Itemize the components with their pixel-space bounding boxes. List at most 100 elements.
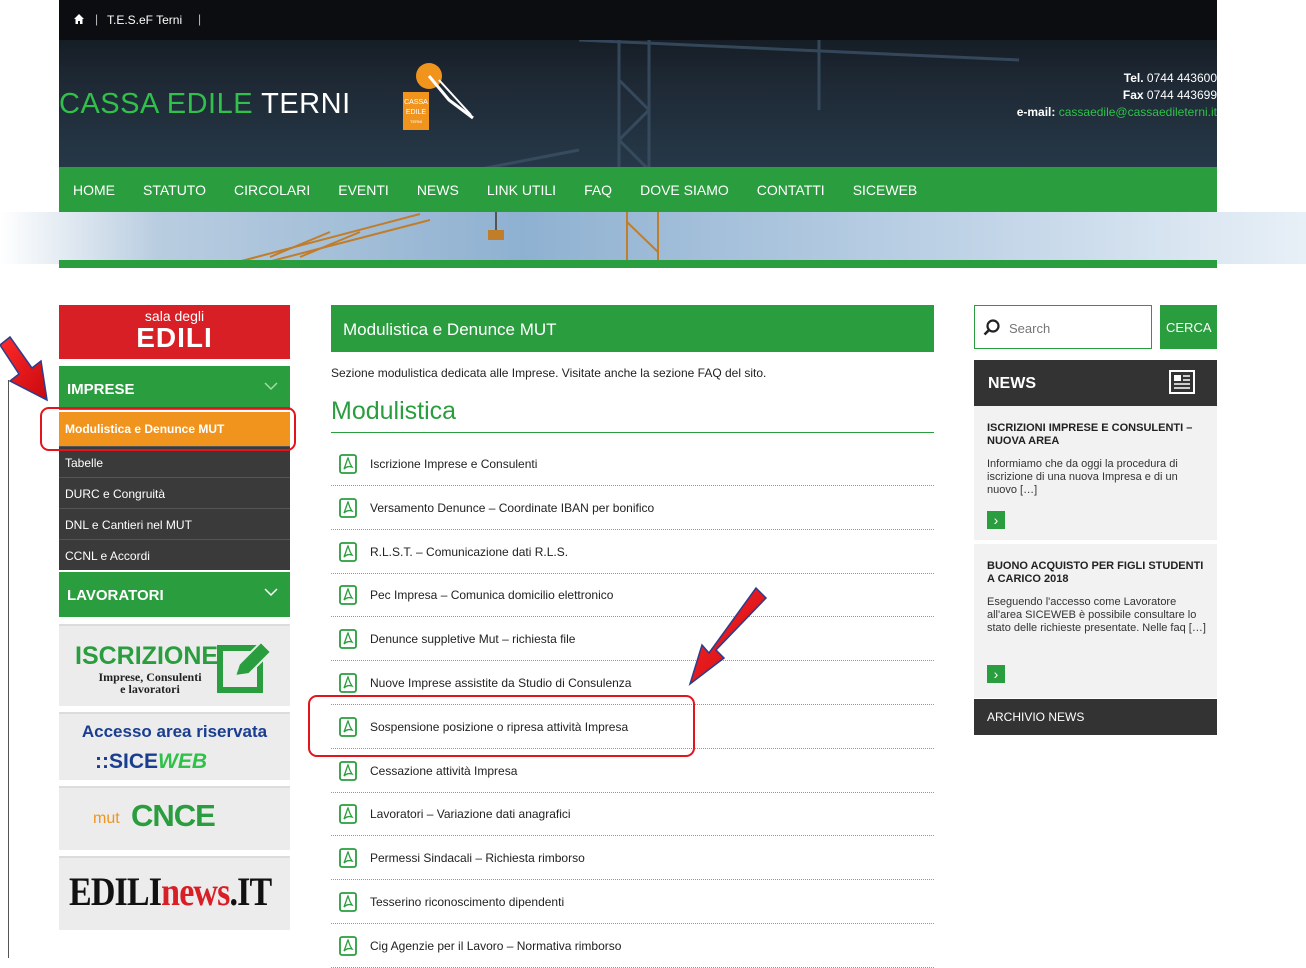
topbar-separator: | — [198, 12, 202, 26]
lavoratori-label: LAVORATORI — [67, 587, 164, 604]
document-row[interactable]: Lavoratori – Variazione dati anagrafici — [331, 792, 934, 837]
site-header: | T.E.S.eF Terni | CASSA EDILE TERNI CAS… — [59, 0, 1217, 212]
sidebar-item-ccnl[interactable]: CCNL e Accordi — [59, 539, 290, 570]
document-link[interactable]: Tesserino riconoscimento dipendenti — [370, 895, 564, 909]
email-link[interactable]: cassaedile@cassaedileterni.it — [1059, 105, 1217, 119]
banner-crane-art — [229, 212, 659, 264]
search-input[interactable] — [1007, 316, 1151, 340]
nav-eventi[interactable]: EVENTI — [338, 182, 389, 198]
section-title: Modulistica — [331, 397, 457, 425]
nav-statuto[interactable]: STATUTO — [143, 182, 206, 198]
document-link[interactable]: Pec Impresa – Comunica domicilio elettro… — [370, 588, 613, 602]
document-link[interactable]: Cessazione attività Impresa — [370, 764, 517, 778]
document-row[interactable]: Versamento Denunce – Coordinate IBAN per… — [331, 486, 934, 530]
sidebar-item-dnl[interactable]: DNL e Cantieri nel MUT — [59, 508, 290, 539]
pdf-file-icon — [339, 497, 357, 518]
home-icon[interactable] — [73, 13, 85, 28]
page-edge-line — [8, 380, 9, 958]
promo-iscrizione[interactable]: ISCRIZIONE Imprese, Consulenti e lavorat… — [59, 624, 290, 706]
document-row[interactable]: Permessi Sindacali – Richiesta rimborso — [331, 836, 934, 881]
news-item-body: Informiamo che da oggi la procedura di i… — [987, 458, 1178, 496]
topbar-separator: | — [95, 12, 99, 26]
document-row[interactable]: Denunce suppletive Mut – richiesta file — [331, 617, 934, 662]
document-link[interactable]: Denunce suppletive Mut – richiesta file — [370, 632, 575, 646]
pdf-file-icon — [339, 716, 357, 737]
document-link[interactable]: R.L.S.T. – Comunicazione dati R.L.S. — [370, 545, 568, 559]
document-row[interactable]: Iscrizione Imprese e Consulenti — [331, 442, 934, 486]
site-logo-text[interactable]: CASSA EDILE TERNI — [59, 88, 351, 121]
pdf-file-icon — [339, 585, 357, 606]
document-link[interactable]: Nuove Imprese assistite da Studio di Con… — [370, 676, 631, 690]
document-link[interactable]: Lavoratori – Variazione dati anagrafici — [370, 807, 571, 821]
nav-faq[interactable]: FAQ — [584, 182, 612, 198]
nav-dove-siamo[interactable]: DOVE SIAMO — [640, 182, 729, 198]
document-row[interactable]: Cessazione attività Impresa — [331, 749, 934, 793]
topbar-site-link[interactable]: T.E.S.eF Terni — [107, 13, 182, 27]
promo-iscrizione-sub2: e lavoratori — [120, 682, 180, 696]
nav-home[interactable]: HOME — [73, 182, 115, 198]
sidebar-item-modulistica-active[interactable]: Modulistica e Denunce MUT — [59, 412, 290, 446]
header-banner-band — [0, 212, 1306, 264]
pdf-file-icon — [339, 935, 357, 956]
pdf-file-icon — [339, 629, 357, 650]
edilinews-edili: EDILI — [69, 869, 162, 914]
promo-cnce-logo: CNCE — [131, 798, 216, 833]
sala-small-text: sala degli — [144, 308, 205, 324]
document-link[interactable]: Permessi Sindacali – Richiesta rimborso — [370, 851, 585, 865]
sidebar-section-lavoratori[interactable]: LAVORATORI — [59, 572, 290, 617]
promo-mut-cnce[interactable]: mut CNCE — [59, 786, 290, 850]
document-link[interactable]: Versamento Denunce – Coordinate IBAN per… — [370, 501, 654, 515]
promo-sice-line1: Accesso area riservata — [81, 722, 268, 741]
news-archive-link[interactable]: ARCHIVIO NEWS — [974, 699, 1217, 735]
sidebar-section-imprese[interactable]: IMPRESE — [59, 366, 290, 410]
tel-label: Tel. — [1123, 71, 1144, 85]
nav-contatti[interactable]: CONTATTI — [757, 182, 825, 198]
chevron-right-icon[interactable]: › — [987, 511, 1005, 529]
document-row[interactable]: R.L.S.T. – Comunicazione dati R.L.S. — [331, 530, 934, 574]
nav-circolari[interactable]: CIRCOLARI — [234, 182, 310, 198]
news-item-body: Eseguendo l'accesso come Lavoratore all'… — [987, 596, 1206, 634]
page-title-bar: Modulistica e Denunce MUT — [331, 305, 934, 352]
search-button[interactable]: CERCA — [1160, 305, 1217, 349]
pdf-file-icon — [339, 848, 357, 869]
news-item[interactable]: ISCRIZIONI IMPRESE E CONSULENTI – NUOVA … — [974, 406, 1217, 540]
logo-mark-icon: CASSA EDILE TERNI — [403, 63, 474, 130]
edilinews-news: news — [161, 869, 230, 914]
news-header-label: NEWS — [988, 375, 1036, 392]
chevron-down-icon — [264, 382, 278, 391]
sidebar-item-tabelle[interactable]: Tabelle — [59, 446, 290, 477]
document-row[interactable]: Sospensione posizione o ripresa attività… — [331, 705, 934, 749]
document-row[interactable]: Nuove Imprese assistite da Studio di Con… — [331, 661, 934, 705]
nav-news[interactable]: NEWS — [417, 182, 459, 198]
document-link[interactable]: Sospensione posizione o ripresa attività… — [370, 720, 628, 734]
document-row[interactable]: Tesserino riconoscimento dipendenti — [331, 880, 934, 924]
chevron-right-icon[interactable]: › — [987, 665, 1005, 683]
document-link[interactable]: Iscrizione Imprese e Consulenti — [370, 457, 537, 471]
sidebar-item-durc[interactable]: DURC e Congruità — [59, 477, 290, 508]
news-item-title[interactable]: BUONO ACQUISTO PER FIGLI STUDENTI A CARI… — [987, 560, 1207, 586]
pdf-file-icon — [339, 454, 357, 474]
document-row[interactable]: Pec Impresa – Comunica domicilio elettro… — [331, 573, 934, 618]
search-box[interactable] — [974, 305, 1152, 349]
news-header: NEWS — [974, 360, 1217, 406]
page-title: Modulistica e Denunce MUT — [343, 320, 557, 339]
sidebar-item-label: DURC e Congruità — [65, 487, 166, 501]
sidebar-item-label: DNL e Cantieri nel MUT — [65, 518, 192, 532]
promo-mut-small: mut — [93, 810, 120, 827]
promo-siceweb-access[interactable]: Accesso area riservata ::SICEWEB — [59, 712, 290, 780]
sidebar-item-label: CCNL e Accordi — [65, 549, 150, 563]
nav-link-utili[interactable]: LINK UTILI — [487, 182, 556, 198]
nav-siceweb[interactable]: SICEWEB — [853, 182, 918, 198]
pdf-file-icon — [339, 760, 357, 781]
top-bar: | T.E.S.eF Terni | — [59, 0, 1217, 40]
search-icon — [983, 319, 1000, 336]
sala-degli-edili-banner[interactable]: sala degli EDILI — [59, 305, 290, 359]
news-item[interactable]: BUONO ACQUISTO PER FIGLI STUDENTI A CARI… — [974, 544, 1217, 698]
document-link[interactable]: Cig Agenzie per il Lavoro – Normativa ri… — [370, 939, 621, 953]
sidebar-item-label: Modulistica e Denunce MUT — [65, 422, 225, 436]
promo-sice-word: SICE — [109, 750, 159, 773]
news-archive-label: ARCHIVIO NEWS — [987, 710, 1085, 724]
promo-edilinews[interactable]: EDILInews.IT — [59, 856, 290, 930]
news-item-title[interactable]: ISCRIZIONI IMPRESE E CONSULENTI – NUOVA … — [987, 422, 1207, 448]
document-row[interactable]: Cig Agenzie per il Lavoro – Normativa ri… — [331, 924, 934, 968]
